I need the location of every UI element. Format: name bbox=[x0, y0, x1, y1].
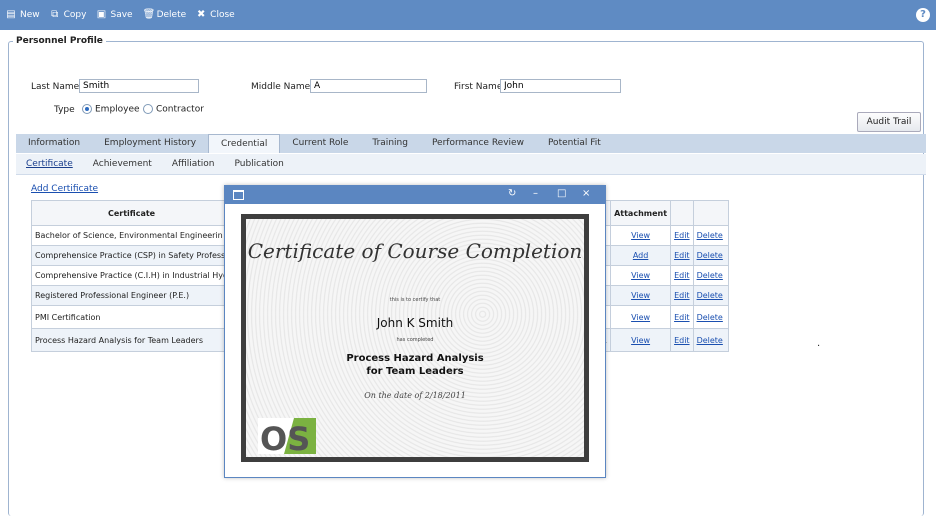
tab-performance-review[interactable]: Performance Review bbox=[420, 134, 536, 153]
last-name-input[interactable] bbox=[79, 79, 199, 93]
delete-link[interactable]: Delete bbox=[697, 336, 723, 345]
subtab-publication[interactable]: Publication bbox=[224, 154, 293, 174]
edit-link[interactable]: Edit bbox=[674, 313, 690, 322]
type-contractor-radio[interactable]: Contractor bbox=[143, 104, 204, 115]
attachment-link[interactable]: View bbox=[631, 313, 650, 322]
credential-subtabs: Certificate Achievement Affiliation Publ… bbox=[16, 154, 926, 175]
refresh-icon[interactable]: ↻ bbox=[508, 188, 516, 199]
edit-link[interactable]: Edit bbox=[674, 231, 690, 240]
edit-link[interactable]: Edit bbox=[674, 291, 690, 300]
edit-link[interactable]: Edit bbox=[674, 271, 690, 280]
new-button[interactable]: ▤ New bbox=[6, 9, 39, 21]
attachment-link[interactable]: View bbox=[631, 231, 650, 240]
subtab-affiliation[interactable]: Affiliation bbox=[162, 154, 225, 174]
tab-training[interactable]: Training bbox=[360, 134, 420, 153]
completed-text: has completed bbox=[396, 337, 434, 343]
delete-link[interactable]: Delete bbox=[697, 231, 723, 240]
tab-current-role[interactable]: Current Role bbox=[280, 134, 360, 153]
delete-link[interactable]: Delete bbox=[697, 291, 723, 300]
maximize-icon[interactable]: □ bbox=[557, 188, 566, 199]
copy-icon: ⧉ bbox=[51, 9, 59, 20]
certificate-cell: Bachelor of Science, Environmental Engin… bbox=[30, 225, 233, 246]
first-name-input[interactable] bbox=[500, 79, 621, 93]
close-icon[interactable]: × bbox=[582, 188, 590, 199]
attachment-link[interactable]: View bbox=[631, 271, 650, 280]
tab-potential-fit[interactable]: Potential Fit bbox=[536, 134, 613, 153]
radio-selected-icon bbox=[82, 104, 92, 114]
attachment-link[interactable]: Add bbox=[633, 251, 649, 260]
certificate-cell: Registered Professional Engineer (P.E.) bbox=[30, 285, 233, 306]
attachment-link[interactable]: View bbox=[631, 291, 650, 300]
window-icon bbox=[233, 190, 244, 200]
trash-icon: 🗑 bbox=[142, 9, 156, 20]
certify-text: this is to certify that bbox=[389, 297, 441, 303]
main-tabs: Information Employment History Credentia… bbox=[16, 134, 926, 153]
certificate-cell: PMI Certification bbox=[30, 305, 233, 329]
last-name-label: Last Name bbox=[31, 82, 80, 92]
close-x-icon: ✖ bbox=[196, 9, 206, 20]
middle-name-label: Middle Name bbox=[251, 82, 311, 92]
type-label: Type bbox=[54, 105, 75, 115]
attachment-link[interactable]: View bbox=[631, 336, 650, 345]
tab-employment-history[interactable]: Employment History bbox=[92, 134, 208, 153]
panel-legend: Personnel Profile bbox=[16, 36, 103, 46]
col-delete-header bbox=[692, 200, 729, 226]
svg-text:OS: OS bbox=[260, 420, 310, 454]
certificate-cell: Comprehensive Practice (C.I.H) in Indust… bbox=[30, 265, 233, 286]
certificate-title: Certificate of Course Completion bbox=[247, 239, 583, 263]
stray-dot: . bbox=[817, 338, 821, 349]
toolbar: ▤ New ⧉ Copy ▣ Save 🗑 Delete ✖ Close ? bbox=[0, 0, 936, 30]
tab-information[interactable]: Information bbox=[16, 134, 92, 153]
edit-link[interactable]: Edit bbox=[674, 251, 690, 260]
completion-date: On the date of 2/18/2011 bbox=[364, 391, 466, 400]
subtab-certificate[interactable]: Certificate bbox=[16, 154, 83, 174]
course-name: Process Hazard Analysis for Team Leaders bbox=[346, 353, 484, 377]
col-certificate-header: Certificate bbox=[30, 200, 233, 226]
os-logo-icon: OS bbox=[258, 418, 316, 454]
dialog-titlebar[interactable]: ↻ – □ × bbox=[225, 186, 605, 204]
recipient-name: John K Smith bbox=[376, 316, 454, 330]
certificate-paper: Certificate of Course Completion this is… bbox=[246, 219, 584, 457]
certificate-viewer-dialog: ↻ – □ × Certificate of Course Completion… bbox=[224, 185, 606, 478]
certificate-cell: Process Hazard Analysis for Team Leaders bbox=[30, 328, 233, 352]
radio-unselected-icon bbox=[143, 104, 153, 114]
col-attachment-header: Attachment bbox=[610, 200, 672, 226]
close-button[interactable]: ✖ Close bbox=[196, 9, 235, 21]
type-employee-radio[interactable]: Employee bbox=[82, 104, 140, 115]
save-button[interactable]: ▣ Save bbox=[96, 9, 133, 21]
help-icon[interactable]: ? bbox=[916, 8, 930, 22]
edit-link[interactable]: Edit bbox=[674, 336, 690, 345]
delete-link[interactable]: Delete bbox=[697, 313, 723, 322]
delete-link[interactable]: Delete bbox=[697, 251, 723, 260]
copy-button[interactable]: ⧉ Copy bbox=[50, 9, 86, 21]
audit-trail-button[interactable]: Audit Trail bbox=[857, 112, 921, 132]
delete-link[interactable]: Delete bbox=[697, 271, 723, 280]
minimize-icon[interactable]: – bbox=[533, 188, 538, 199]
col-edit-header bbox=[670, 200, 694, 226]
subtab-achievement[interactable]: Achievement bbox=[83, 154, 162, 174]
first-name-label: First Name bbox=[454, 82, 503, 92]
middle-name-input[interactable] bbox=[310, 79, 427, 93]
delete-button[interactable]: 🗑 Delete bbox=[142, 9, 187, 21]
new-document-icon: ▤ bbox=[6, 9, 16, 20]
certificate-cell: Comprehensice Practice (CSP) in Safety P… bbox=[30, 245, 233, 266]
add-certificate-link[interactable]: Add Certificate bbox=[31, 184, 98, 194]
certificate-image: Certificate of Course Completion this is… bbox=[241, 214, 589, 462]
save-icon: ▣ bbox=[96, 9, 107, 20]
tab-credential[interactable]: Credential bbox=[208, 134, 281, 153]
